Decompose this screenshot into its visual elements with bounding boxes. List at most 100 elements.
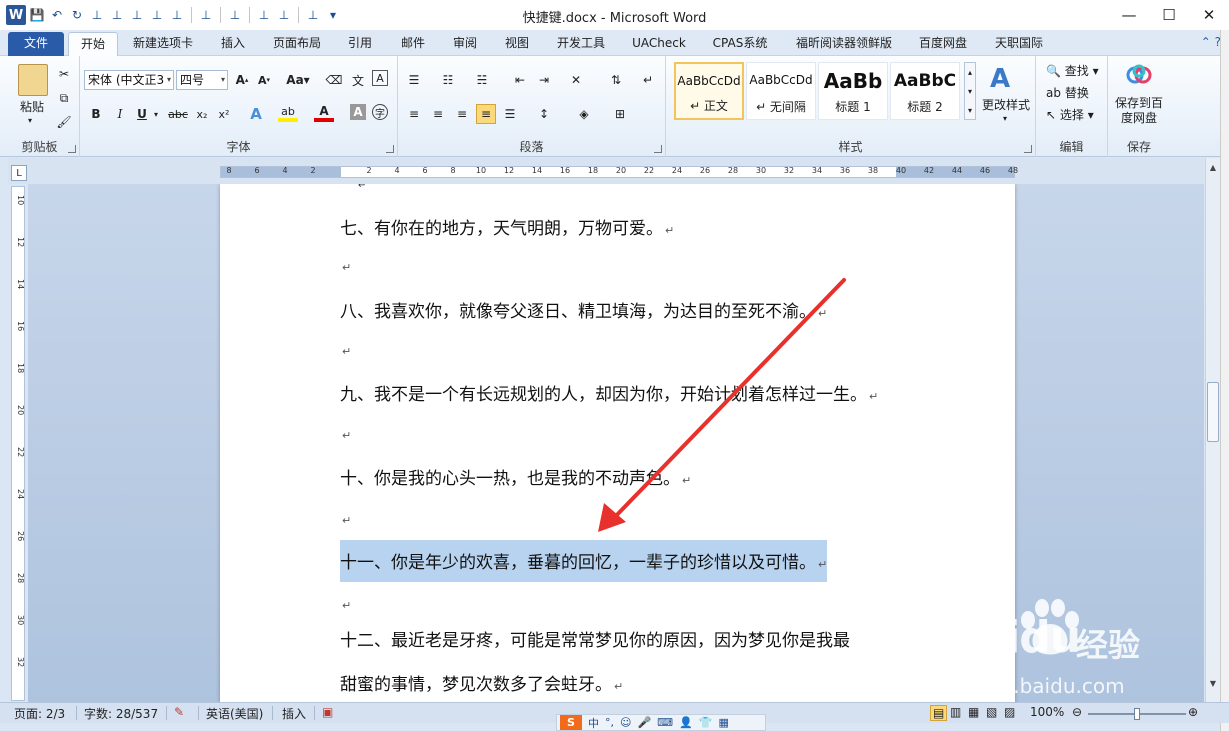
maximize-button[interactable]: ☐	[1149, 0, 1189, 30]
page-count[interactable]: 页面: 2/3	[14, 705, 65, 722]
borders-icon[interactable]: ⊞	[610, 104, 630, 124]
select-button[interactable]: ↖ 选择 ▾	[1046, 106, 1094, 123]
distributed-icon[interactable]: ☰	[500, 104, 520, 124]
phonetic-guide-icon[interactable]: 文	[348, 70, 368, 90]
paste-button-label[interactable]: 粘贴	[8, 100, 56, 115]
justify-icon[interactable]: ≡	[476, 104, 496, 124]
increase-indent-icon[interactable]: ⇥	[534, 70, 554, 90]
scroll-up-icon[interactable]: ▲	[1207, 162, 1219, 174]
font-name-combo[interactable]: 宋体 (中文正3 ▾	[84, 70, 174, 90]
change-styles-button[interactable]: 更改样式	[978, 98, 1034, 113]
chevron-down-icon[interactable]: ▾	[28, 116, 32, 125]
draft-view-icon[interactable]: ▨	[1004, 705, 1015, 719]
tab-insert[interactable]: 插入	[210, 32, 256, 56]
scroll-down-icon[interactable]: ▼	[1207, 678, 1219, 690]
macro-record-icon[interactable]: ▣	[322, 705, 333, 719]
paragraph[interactable]: 九、我不是一个有长远规划的人，却因为你，开始计划着怎样过一生。 ↵	[340, 380, 878, 405]
tab-tianzhi[interactable]: 天职国际	[984, 32, 1054, 56]
proofing-icon[interactable]: ✎	[174, 705, 184, 719]
text-effects-icon[interactable]: A	[246, 104, 266, 124]
full-screen-reading-icon[interactable]: ▥	[950, 705, 961, 719]
paragraph[interactable]: ↵	[340, 424, 351, 444]
chevron-down-icon[interactable]: ▾	[167, 71, 171, 89]
sort-icon[interactable]: ⇅	[606, 70, 626, 90]
punctuation-icon[interactable]: °,	[605, 716, 614, 729]
change-case-icon[interactable]: Aa▾	[284, 70, 312, 90]
highlight-icon[interactable]: ab	[278, 104, 298, 122]
minimize-button[interactable]: —	[1109, 0, 1149, 30]
microphone-icon[interactable]: 🎤	[637, 716, 651, 729]
tab-home[interactable]: 开始	[68, 32, 118, 56]
grow-font-icon[interactable]: A ▴	[232, 70, 252, 90]
dialog-launcher-icon[interactable]	[1024, 145, 1032, 153]
align-center-icon[interactable]: ≡	[428, 104, 448, 124]
tab-references[interactable]: 引用	[337, 32, 383, 56]
dialog-launcher-icon[interactable]	[68, 145, 76, 153]
paragraph[interactable]: ↵	[340, 594, 351, 614]
italic-icon[interactable]: I	[110, 104, 130, 124]
tab-foxit[interactable]: 福昕阅读器领鲜版	[786, 32, 902, 56]
chevron-down-icon[interactable]: ▾	[221, 71, 225, 89]
dialog-launcher-icon[interactable]	[386, 145, 394, 153]
style-heading-2[interactable]: AaBbC 标题 2	[890, 62, 960, 120]
tab-review[interactable]: 审阅	[442, 32, 488, 56]
tab-file[interactable]: 文件	[8, 32, 64, 56]
paragraph[interactable]: ↵	[340, 509, 351, 529]
dialog-launcher-icon[interactable]	[654, 145, 662, 153]
zoom-slider-thumb[interactable]	[1134, 708, 1140, 720]
emoji-icon[interactable]: ☺	[620, 716, 631, 729]
paragraph[interactable]: ↵	[340, 256, 351, 276]
tab-uacheck[interactable]: UACheck	[624, 32, 694, 56]
language[interactable]: 英语(美国)	[206, 705, 263, 722]
ime-mode[interactable]: 中	[588, 715, 599, 731]
styles-scroll[interactable]: ▴ ▾ ▾	[964, 62, 976, 120]
replace-button[interactable]: ab 替换	[1046, 84, 1089, 101]
bold-icon[interactable]: B	[86, 104, 106, 124]
close-button[interactable]: ✕	[1189, 0, 1229, 30]
tab-baidu-netdisk[interactable]: 百度网盘	[910, 32, 976, 56]
align-right-icon[interactable]: ≡	[452, 104, 472, 124]
paragraph[interactable]: ↵	[340, 340, 351, 360]
tab-cpas[interactable]: CPAS系统	[704, 32, 776, 56]
clear-format-icon[interactable]: ⌫	[324, 70, 344, 90]
zoom-level[interactable]: 100%	[1030, 705, 1064, 719]
copy-icon[interactable]: ⧉	[54, 88, 74, 108]
tab-view[interactable]: 视图	[494, 32, 540, 56]
vertical-scrollbar[interactable]: ▲ ▼	[1205, 158, 1220, 702]
paragraph[interactable]: 甜蜜的事情，梦见次数多了会蛀牙。 ↵	[340, 670, 623, 695]
scroll-thumb[interactable]	[1207, 382, 1219, 442]
zoom-out-icon[interactable]: ⊖	[1072, 705, 1082, 719]
print-layout-view-icon[interactable]: ▤	[930, 705, 948, 721]
selected-paragraph[interactable]: 十一、你是年少的欢喜，垂暮的回忆，一辈子的珍惜以及可惜。 ↵	[340, 540, 828, 582]
shading-icon[interactable]: ◈	[574, 104, 594, 124]
help-icon[interactable]: ⌃ ?	[1201, 35, 1221, 49]
font-size-combo[interactable]: 四号 ▾	[176, 70, 228, 90]
align-left-icon[interactable]: ≡	[404, 104, 424, 124]
format-painter-icon[interactable]: 🖌	[54, 112, 74, 132]
font-color-icon[interactable]: A	[314, 104, 334, 122]
show-marks-icon[interactable]: ↵	[638, 70, 658, 90]
paragraph[interactable]: 八、我喜欢你，就像夸父逐日、精卫填海，为达目的至死不渝。 ↵	[340, 297, 827, 322]
style-heading-1[interactable]: AaBb 标题 1	[818, 62, 888, 120]
baidu-netdisk-icon[interactable]	[1126, 64, 1152, 86]
cut-icon[interactable]: ✂	[54, 64, 74, 84]
paragraph[interactable]: 十、你是我的心头一热，也是我的不动声色。 ↵	[340, 464, 691, 489]
word-count[interactable]: 字数: 28/537	[84, 705, 158, 722]
enclose-char-icon[interactable]: 字	[372, 104, 388, 120]
paste-icon[interactable]	[18, 64, 48, 96]
save-to-netdisk-button[interactable]: 保存到百 度网盘	[1108, 96, 1170, 126]
style-normal[interactable]: AaBbCcDd ↵ 正文	[674, 62, 744, 120]
keyboard-icon[interactable]: ⌨	[657, 716, 673, 729]
decrease-indent-icon[interactable]: ⇤	[510, 70, 530, 90]
tab-new-tab[interactable]: 新建选项卡	[124, 32, 202, 56]
zoom-in-icon[interactable]: ⊕	[1188, 705, 1198, 719]
horizontal-ruler[interactable]: 8 6 4 2 2 4 6 8 10 12 14 16 18 20 22 24 26 28 30 32 34 36 38 40…	[220, 166, 1018, 178]
outline-view-icon[interactable]: ▧	[986, 705, 997, 719]
toolbox-icon[interactable]: ▦	[718, 716, 728, 729]
web-layout-icon[interactable]: ▦	[968, 705, 979, 719]
strikethrough-icon[interactable]: abc	[168, 104, 188, 124]
char-border-icon[interactable]: A	[372, 70, 388, 86]
line-spacing-icon[interactable]: ↕	[534, 104, 554, 124]
insert-mode[interactable]: 插入	[282, 705, 306, 722]
numbering-icon[interactable]: ☷	[438, 70, 458, 90]
